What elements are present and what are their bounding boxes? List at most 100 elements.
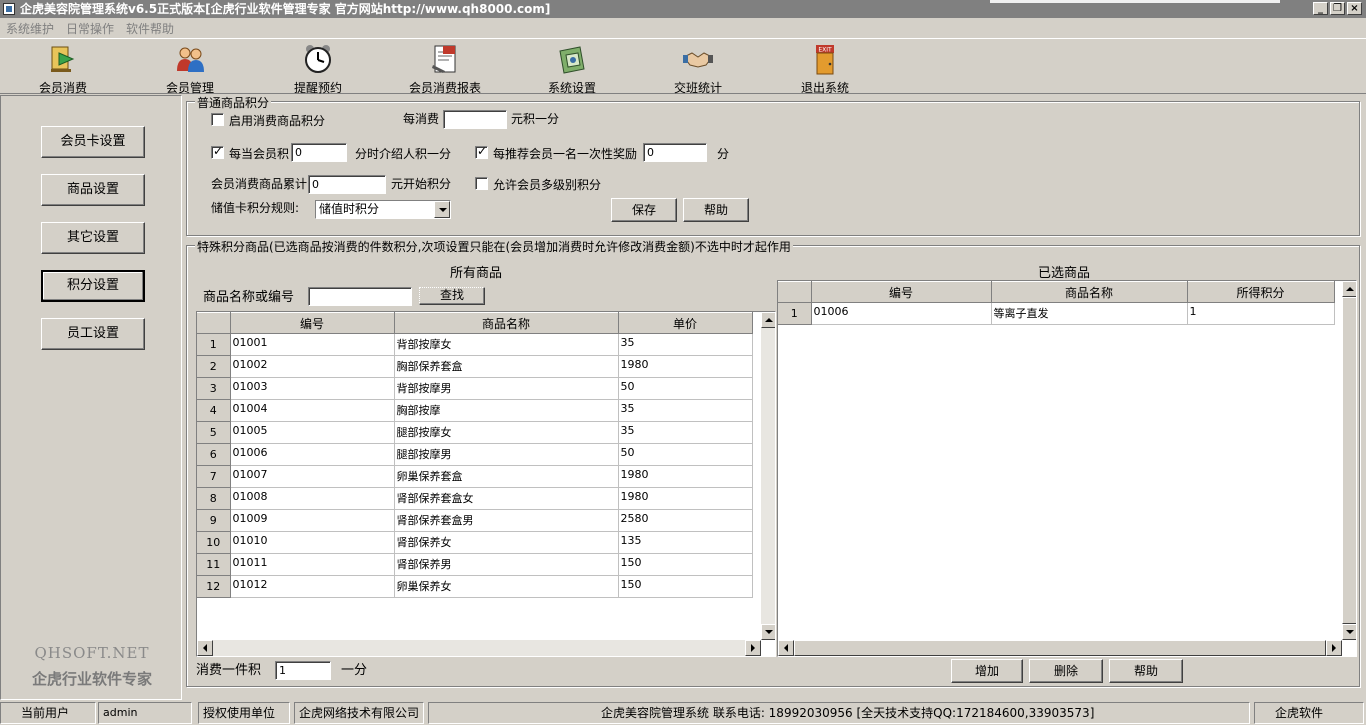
row-number[interactable]: 5 [197,421,231,444]
all-goods-vscroll[interactable] [761,312,775,640]
table-row[interactable]: 7 01007 卵巢保养套盒 1980 [197,465,753,488]
help-button[interactable]: 帮助 [1109,659,1183,683]
toolbar-reminder-button[interactable]: 提醒预约 [263,43,373,95]
stored-rule-select[interactable]: 储值时积分 [315,200,451,219]
toolbar-report-button[interactable]: 会员消费报表 [390,43,500,95]
table-cell[interactable]: 1980 [618,487,753,510]
nav-goods-settings[interactable]: 商品设置 [41,174,145,206]
scroll-down-icon[interactable] [1342,624,1356,640]
scroll-down-icon[interactable] [761,624,775,640]
enable-points-checkbox[interactable] [211,113,224,126]
all-goods-grid[interactable]: 编号 商品名称 单价 1 01001 背部按摩女 35 2 01002 胸部保养套盒 1980… [196,311,776,657]
selected-goods-hscroll[interactable] [778,640,1342,656]
close-button[interactable]: × [1347,2,1362,15]
row-number[interactable]: 8 [197,487,231,510]
table-cell[interactable]: 50 [618,377,753,400]
restore-button[interactable]: ❐ [1330,2,1345,15]
delete-button[interactable]: 删除 [1029,659,1103,683]
scroll-thumb[interactable] [1342,297,1356,624]
scroll-left-icon[interactable] [197,640,213,656]
toolbar-member-manage-button[interactable]: 会员管理 [135,43,245,95]
table-cell[interactable]: 150 [618,553,753,576]
table-row[interactable]: 9 01009 肾部保养套盒男 2580 [197,509,753,532]
table-cell[interactable]: 35 [618,399,753,422]
table-cell[interactable]: 1980 [618,355,753,378]
column-header-code[interactable]: 编号 [811,281,992,303]
table-cell[interactable]: 胸部按摩 [394,399,619,422]
table-cell[interactable]: 01010 [230,531,395,554]
table-cell[interactable]: 背部按摩男 [394,377,619,400]
nav-other-settings[interactable]: 其它设置 [41,222,145,254]
row-number[interactable]: 2 [197,355,231,378]
row-number[interactable]: 12 [197,575,231,598]
column-header-name[interactable]: 商品名称 [991,281,1188,303]
all-goods-hscroll[interactable] [197,640,761,656]
table-row[interactable]: 2 01002 胸部保养套盒 1980 [197,355,753,378]
cumulative-input[interactable]: 0 [308,175,386,194]
search-button[interactable]: 查找 [419,287,485,305]
table-cell[interactable]: 卵巢保养套盒 [394,465,619,488]
table-cell[interactable]: 35 [618,421,753,444]
menu-system-maintenance[interactable]: 系统维护 [6,20,54,37]
scroll-up-icon[interactable] [761,312,775,328]
scroll-right-icon[interactable] [1326,640,1342,656]
table-row[interactable]: 4 01004 胸部按摩 35 [197,399,753,422]
table-row[interactable]: 10 01010 肾部保养女 135 [197,531,753,554]
table-cell[interactable]: 背部按摩女 [394,333,619,356]
member-points-checkbox[interactable] [211,144,224,159]
table-cell[interactable]: 01006 [811,302,992,325]
minimize-button[interactable]: _ [1313,2,1328,15]
table-cell[interactable]: 肾部保养男 [394,553,619,576]
row-number[interactable]: 7 [197,465,231,488]
add-button[interactable]: 增加 [951,659,1023,683]
column-header-name[interactable]: 商品名称 [394,312,619,334]
table-cell[interactable]: 50 [618,443,753,466]
table-cell[interactable]: 腿部按摩男 [394,443,619,466]
toolbar-settings-button[interactable]: 系统设置 [517,43,627,95]
table-cell[interactable]: 等离子直发 [991,302,1188,325]
row-number[interactable]: 6 [197,443,231,466]
row-number[interactable]: 11 [197,553,231,576]
row-number[interactable]: 9 [197,509,231,532]
selected-goods-vscroll[interactable] [1342,281,1356,640]
row-number[interactable]: 1 [197,333,231,356]
member-points-input[interactable]: 0 [291,143,347,162]
table-cell[interactable]: 腿部按摩女 [394,421,619,444]
scroll-left-icon[interactable] [778,640,794,656]
menu-software-help[interactable]: 软件帮助 [126,20,174,37]
multilevel-checkbox[interactable] [475,177,488,190]
table-row[interactable]: 5 01005 腿部按摩女 35 [197,421,753,444]
per-consume-input[interactable] [443,110,507,129]
table-cell[interactable]: 135 [618,531,753,554]
table-cell[interactable]: 01009 [230,509,395,532]
table-row[interactable]: 8 01008 肾部保养套盒女 1980 [197,487,753,510]
menu-daily-operations[interactable]: 日常操作 [66,20,114,37]
table-row[interactable]: 6 01006 腿部按摩男 50 [197,443,753,466]
table-cell[interactable]: 01012 [230,575,395,598]
table-cell[interactable]: 1980 [618,465,753,488]
scroll-up-icon[interactable] [1342,281,1356,297]
scroll-thumb[interactable] [794,640,1326,656]
table-cell[interactable]: 01002 [230,355,395,378]
toolbar-shift-stats-button[interactable]: 交班统计 [643,43,753,95]
referral-checkbox[interactable] [475,144,488,159]
table-row[interactable]: 11 01011 肾部保养男 150 [197,553,753,576]
table-cell[interactable]: 肾部保养套盒女 [394,487,619,510]
table-row[interactable]: 1 01006 等离子直发 1 [778,302,1335,325]
table-cell[interactable]: 01007 [230,465,395,488]
per-item-input[interactable]: 1 [275,661,331,680]
table-cell[interactable]: 肾部保养女 [394,531,619,554]
table-cell[interactable]: 01003 [230,377,395,400]
table-row[interactable]: 3 01003 背部按摩男 50 [197,377,753,400]
table-cell[interactable]: 卵巢保养女 [394,575,619,598]
column-header-points[interactable]: 所得积分 [1187,281,1335,303]
chevron-down-icon[interactable] [434,201,450,218]
table-row[interactable]: 1 01001 背部按摩女 35 [197,333,753,356]
selected-goods-grid[interactable]: 编号 商品名称 所得积分 1 01006 等离子直发 1 [777,280,1357,657]
row-number[interactable]: 1 [778,302,812,325]
table-cell[interactable]: 胸部保养套盒 [394,355,619,378]
table-cell[interactable]: 2580 [618,509,753,532]
nav-staff-settings[interactable]: 员工设置 [41,318,145,350]
search-input[interactable] [308,287,412,306]
table-cell[interactable]: 01004 [230,399,395,422]
